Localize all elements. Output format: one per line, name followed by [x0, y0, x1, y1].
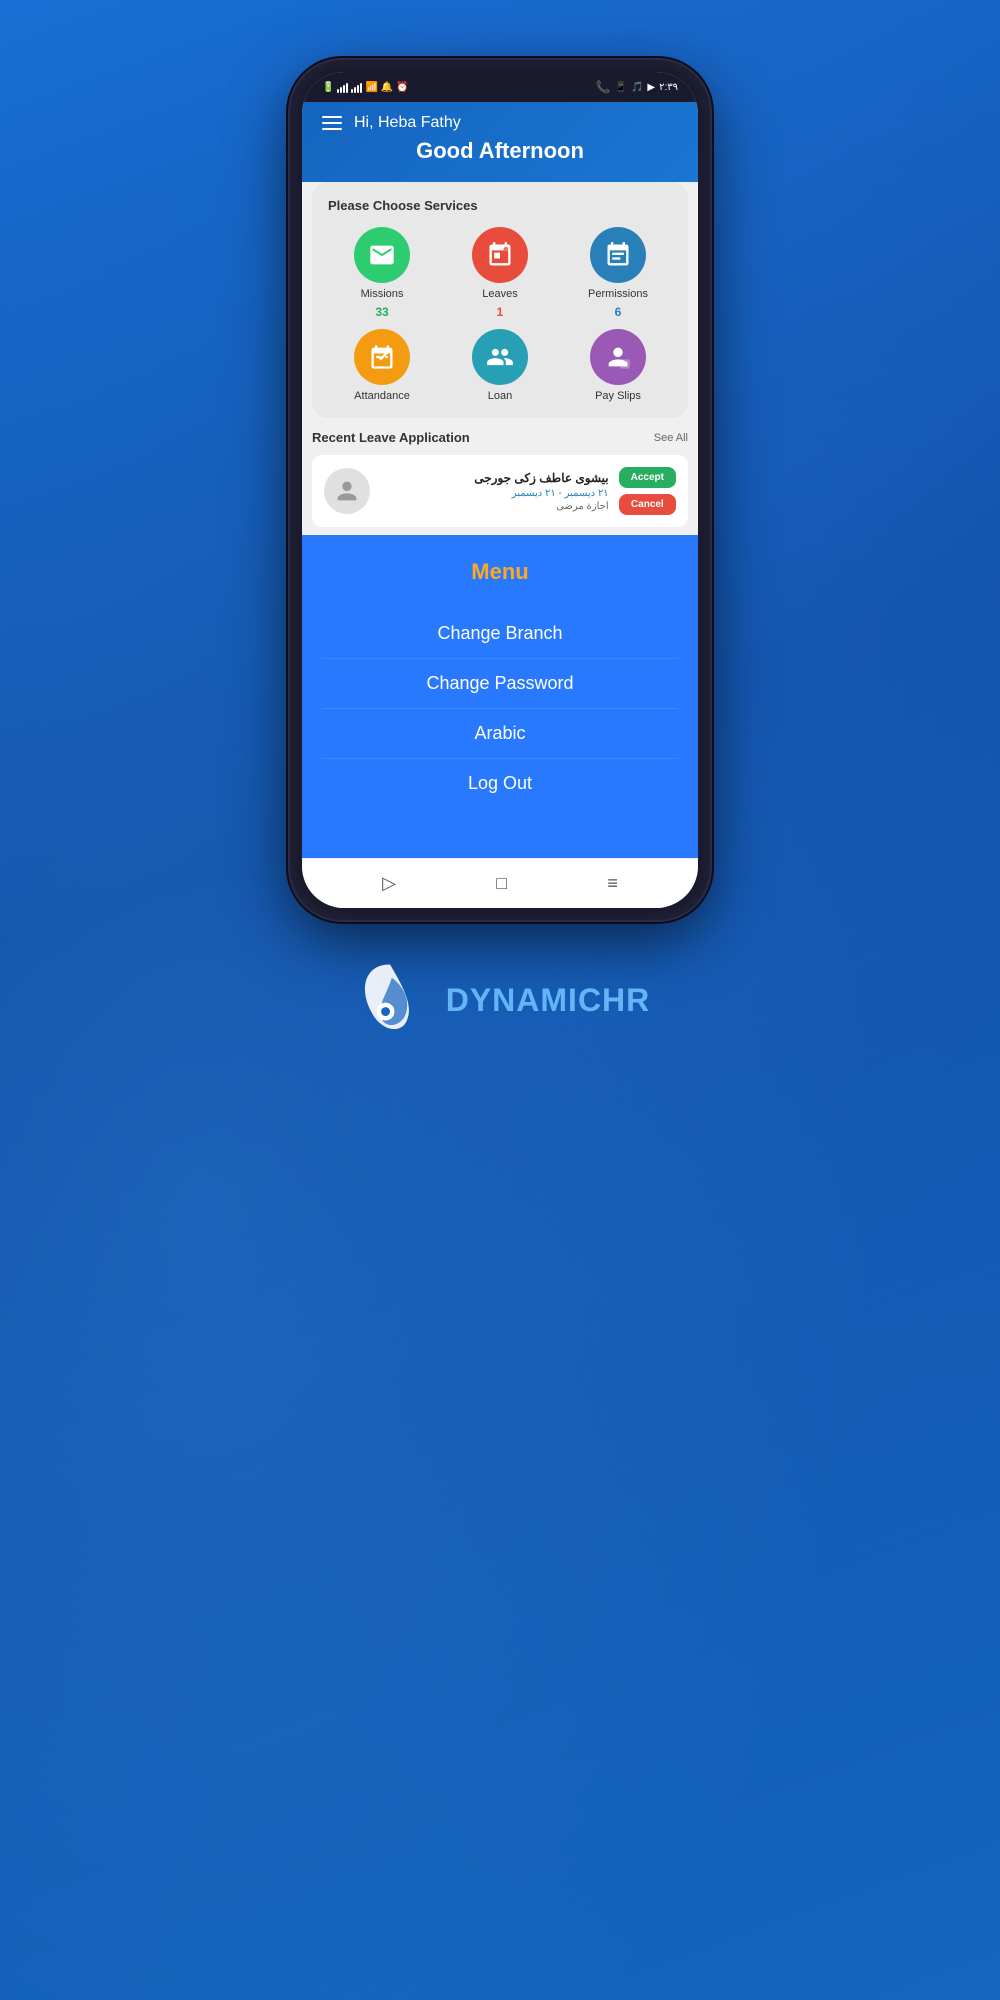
- attendance-icon: [354, 329, 410, 385]
- brand-section: DYNAMICHR: [350, 960, 651, 1040]
- services-grid: Missions 33 Leaves 1: [328, 227, 672, 402]
- recent-leave-section: Recent Leave Application See All بيشوى ع…: [302, 418, 698, 535]
- service-permissions[interactable]: Permissions 6: [564, 227, 672, 319]
- notification-icon: 🔔: [381, 82, 393, 93]
- user-avatar: [324, 468, 370, 514]
- leaves-count: 1: [497, 305, 504, 319]
- menu-title: Menu: [471, 559, 528, 585]
- hamburger-menu[interactable]: [322, 116, 342, 130]
- phone-screen: 🔋 📶 🔔 ⏰: [302, 72, 698, 908]
- phone-frame: 🔋 📶 🔔 ⏰: [290, 60, 710, 920]
- header-top: Hi, Heba Fathy: [322, 114, 678, 132]
- leave-type: اجازة مرضى: [380, 501, 609, 512]
- nav-home-icon[interactable]: □: [496, 873, 507, 894]
- youtube-icon: ▶: [647, 82, 655, 93]
- cancel-button[interactable]: Cancel: [619, 494, 676, 515]
- app-header: Hi, Heba Fathy Good Afternoon: [302, 102, 698, 182]
- services-card: Please Choose Services Missions 33: [312, 182, 688, 418]
- missions-count: 33: [375, 305, 388, 319]
- leaves-icon: [472, 227, 528, 283]
- leave-actions: Accept Cancel: [619, 467, 676, 515]
- leave-info: بيشوى عاطف زكى جورجى ٢١ ديسمبر - ٢١ ديسم…: [380, 471, 609, 512]
- menu-item-change-password[interactable]: Change Password: [322, 659, 678, 709]
- app-icon-2: 📱: [614, 82, 626, 93]
- battery-icon: 🔋: [322, 82, 334, 93]
- service-loan[interactable]: Loan: [446, 329, 554, 402]
- alarm-icon: ⏰: [396, 82, 408, 93]
- status-left: 🔋 📶 🔔 ⏰: [322, 81, 409, 93]
- status-bar: 🔋 📶 🔔 ⏰: [302, 72, 698, 102]
- missions-label: Missions: [361, 288, 404, 300]
- accept-button[interactable]: Accept: [619, 467, 676, 488]
- recent-leave-header: Recent Leave Application See All: [312, 430, 688, 445]
- menu-item-logout[interactable]: Log Out: [322, 759, 678, 808]
- tiktok-icon: 🎵: [631, 82, 643, 93]
- greeting-text: Hi, Heba Fathy: [354, 114, 461, 132]
- signal-bar-1: [337, 81, 348, 93]
- leave-card: بيشوى عاطف زكى جورجى ٢١ ديسمبر - ٢١ ديسم…: [312, 455, 688, 527]
- brand-name-part2: HR: [602, 982, 650, 1018]
- leave-dates: ٢١ ديسمبر - ٢١ ديسمبر: [380, 488, 609, 499]
- payslips-label: Pay Slips: [595, 390, 641, 402]
- brand-name: DYNAMICHR: [446, 982, 651, 1019]
- see-all-link[interactable]: See All: [654, 432, 688, 444]
- permissions-count: 6: [615, 305, 622, 319]
- missions-icon: [354, 227, 410, 283]
- loan-label: Loan: [488, 390, 512, 402]
- menu-overlay: Menu Change Branch Change Password Arabi…: [302, 535, 698, 858]
- service-attendance[interactable]: Attandance: [328, 329, 436, 402]
- nav-back-icon[interactable]: ▷: [382, 873, 396, 894]
- attendance-label: Attandance: [354, 390, 410, 402]
- recent-leave-title: Recent Leave Application: [312, 430, 470, 445]
- nav-menu-icon[interactable]: ≡: [607, 873, 618, 894]
- menu-item-change-branch[interactable]: Change Branch: [322, 609, 678, 659]
- bottom-nav: ▷ □ ≡: [302, 858, 698, 908]
- wifi-icon: 📶: [365, 82, 377, 93]
- brand-name-part1: DYNAMIC: [446, 982, 602, 1018]
- permissions-label: Permissions: [588, 288, 648, 300]
- service-missions[interactable]: Missions 33: [328, 227, 436, 319]
- clock: ٢:٣٩: [659, 82, 678, 93]
- leaves-label: Leaves: [482, 288, 517, 300]
- app-icon-1: 📞: [596, 80, 611, 94]
- services-title: Please Choose Services: [328, 198, 672, 213]
- brand-logo-icon: [350, 960, 430, 1040]
- phone-device: 🔋 📶 🔔 ⏰: [290, 60, 710, 920]
- signal-bar-2: [351, 81, 362, 93]
- leave-applicant-name: بيشوى عاطف زكى جورجى: [380, 471, 609, 485]
- menu-item-arabic[interactable]: Arabic: [322, 709, 678, 759]
- status-right: 📞 📱 🎵 ▶ ٢:٣٩: [596, 80, 678, 94]
- loan-icon: [472, 329, 528, 385]
- subgreeting-text: Good Afternoon: [322, 138, 678, 164]
- payslips-icon: [590, 329, 646, 385]
- service-leaves[interactable]: Leaves 1: [446, 227, 554, 319]
- service-payslips[interactable]: Pay Slips: [564, 329, 672, 402]
- permissions-icon: [590, 227, 646, 283]
